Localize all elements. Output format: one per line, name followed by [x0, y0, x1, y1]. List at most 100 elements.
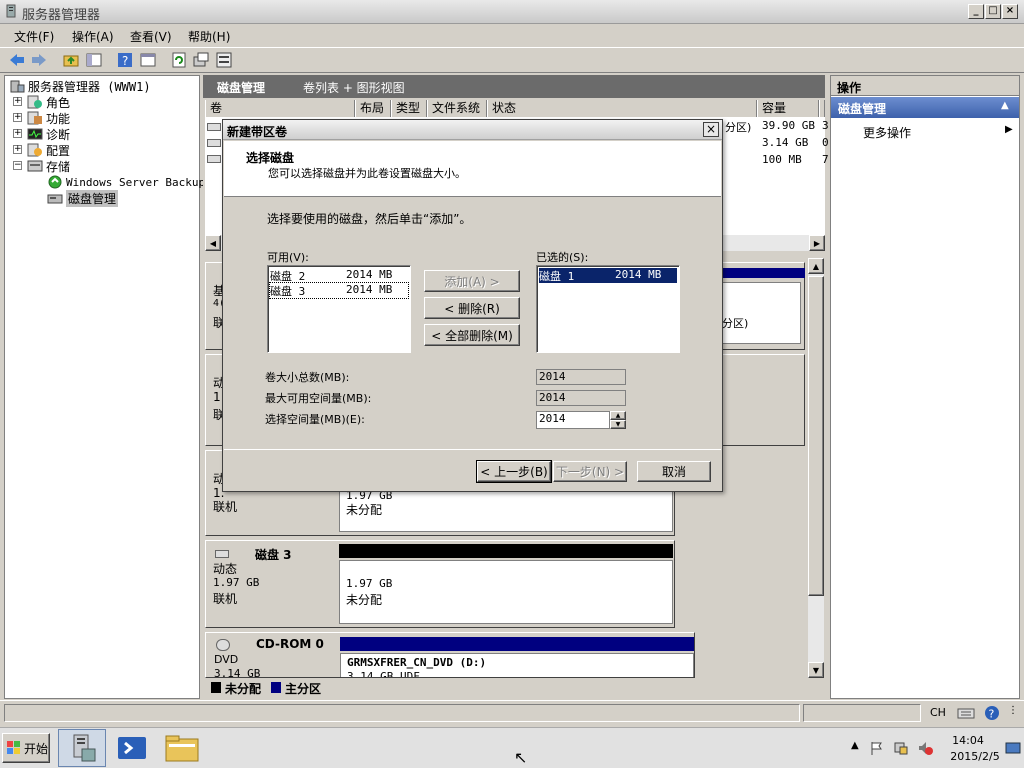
vertical-scrollbar[interactable]: ▲ ▼ — [808, 258, 824, 678]
dialog-title-bar[interactable]: 新建带区卷 × — [223, 120, 722, 140]
up-folder-icon[interactable] — [62, 51, 80, 69]
menu-view[interactable]: 查看(V) — [130, 28, 172, 45]
network-icon[interactable] — [893, 740, 909, 756]
stepper-down-icon[interactable]: ▼ — [610, 420, 626, 429]
menu-file[interactable]: 文件(F) — [14, 28, 54, 45]
volume-capacity: 39.90 GB — [762, 119, 815, 132]
svg-text:?: ? — [989, 708, 995, 721]
scroll-right-arrow-icon[interactable]: ▶ — [809, 235, 825, 251]
scroll-up-arrow-icon[interactable]: ▲ — [808, 258, 824, 274]
column-filesystem[interactable]: 文件系统 — [427, 100, 487, 117]
help-circle-icon[interactable]: ? — [983, 705, 1001, 721]
taskbar: 开始 ↖ ▲ 14:04 2015/2/5 — [0, 727, 1024, 768]
start-button[interactable]: 开始 — [2, 733, 50, 763]
tree-item-features[interactable]: 功能 — [27, 110, 70, 126]
scroll-left-arrow-icon[interactable]: ◀ — [205, 235, 221, 251]
explorer-folder-icon[interactable] — [164, 732, 200, 764]
properties-view-icon[interactable] — [139, 51, 157, 69]
stepper-up-icon[interactable]: ▲ — [610, 411, 626, 420]
restore-button[interactable]: □ — [985, 4, 1001, 19]
powershell-icon[interactable] — [116, 732, 148, 764]
action-center-flag-icon[interactable] — [869, 740, 885, 756]
scroll-down-arrow-icon[interactable]: ▼ — [808, 662, 824, 678]
column-volume[interactable]: 卷 — [205, 100, 355, 117]
disk-3-type: 动态 — [213, 562, 238, 576]
remove-all-button[interactable]: < 全部删除(M) — [424, 324, 520, 346]
taskbar-server-manager[interactable] — [58, 729, 106, 767]
next-button[interactable]: 下一步(N) > — [553, 461, 627, 482]
cancel-button[interactable]: 取消 — [637, 461, 711, 482]
expand-features-toggle[interactable]: + — [13, 113, 22, 122]
actions-section-disk-management[interactable]: 磁盘管理 ▲ — [831, 97, 1019, 118]
more-actions-item[interactable]: 更多操作 ▶ — [831, 122, 1019, 140]
collapse-storage-toggle[interactable]: − — [13, 161, 22, 170]
remove-button[interactable]: < 删除(R) — [424, 297, 520, 319]
selected-label: 已选的(S): — [536, 251, 589, 264]
keyboard-icon[interactable] — [957, 705, 975, 721]
list-item[interactable]: 磁盘 2 2014 MB — [270, 268, 408, 283]
back-button[interactable]: < 上一步(B) — [476, 460, 552, 483]
partition-block[interactable]: 分区) — [721, 282, 801, 344]
expand-roles-toggle[interactable]: + — [13, 97, 22, 106]
show-hidden-icons-icon[interactable]: ▲ — [851, 740, 859, 751]
disk-3-unallocated-block[interactable]: 1.97 GB 未分配 — [339, 560, 673, 624]
list-item[interactable]: 磁盘 3 2014 MB — [269, 282, 409, 299]
tree-item-disk-management[interactable]: 磁盘管理 — [47, 189, 119, 207]
column-layout[interactable]: 布局 — [355, 100, 391, 117]
pane-subtitle: 卷列表 + 图形视图 — [303, 81, 405, 95]
rescan-disks-icon[interactable] — [192, 51, 210, 69]
expand-configuration-toggle[interactable]: + — [13, 145, 22, 154]
cdrom-row[interactable]: CD-ROM 0 DVD 3.14 GB GRMSXFRER_CN_DVD (D… — [205, 632, 695, 678]
window-title-bar[interactable]: 服务器管理器 _ □ × — [0, 0, 1024, 24]
refresh-icon[interactable] — [170, 51, 188, 69]
tree-item-storage[interactable]: 存储 — [27, 158, 70, 174]
menu-help[interactable]: 帮助(H) — [188, 28, 230, 45]
select-size-stepper[interactable]: ▲ ▼ — [610, 411, 626, 429]
pane-header: 磁盘管理 卷列表 + 图形视图 — [203, 75, 825, 98]
disk-list-icon[interactable] — [215, 51, 233, 69]
menu-bar: 文件(F) 操作(A) 查看(V) 帮助(H) — [0, 25, 1024, 47]
max-size-label: 最大可用空间量(MB): — [265, 392, 372, 405]
add-button[interactable]: 添加(A) > — [424, 270, 520, 292]
tree-root[interactable]: 服务器管理器 (WWW1) — [9, 78, 151, 94]
tree-item-diagnostics[interactable]: 诊断 — [27, 126, 70, 142]
volume-muted-icon[interactable] — [917, 740, 933, 756]
legend-swatch-unallocated — [211, 682, 221, 693]
clock-date[interactable]: 2015/2/5 — [943, 750, 1007, 763]
forward-arrow-icon[interactable] — [30, 51, 48, 69]
menu-action[interactable]: 操作(A) — [72, 28, 114, 45]
available-disks-list[interactable]: 磁盘 2 2014 MB 磁盘 3 2014 MB — [267, 265, 411, 353]
list-item[interactable]: 磁盘 1 2014 MB — [539, 268, 677, 283]
expand-diagnostics-toggle[interactable]: + — [13, 129, 22, 138]
help-icon[interactable]: ? — [116, 51, 134, 69]
list-item-name: 磁盘 3 — [270, 285, 306, 298]
options-icon[interactable]: ⋮ — [1008, 705, 1018, 716]
collapse-up-icon[interactable]: ▲ — [1001, 100, 1009, 111]
column-more[interactable] — [819, 100, 825, 117]
minimize-button[interactable]: _ — [968, 4, 984, 19]
select-size-input[interactable]: 2014 — [536, 411, 610, 429]
tree-item-label: 配置 — [46, 143, 71, 158]
show-desktop-icon[interactable] — [1005, 740, 1021, 756]
tree-item-configuration[interactable]: 配置 — [27, 142, 70, 158]
column-type[interactable]: 类型 — [391, 100, 427, 117]
volume-free: 7 — [822, 153, 829, 166]
dialog-close-button[interactable]: × — [703, 122, 719, 137]
status-bar: CH ? ⋮ — [0, 700, 1024, 726]
show-tree-icon[interactable] — [85, 51, 103, 69]
server-manager-app-icon — [73, 734, 96, 762]
clock-time[interactable]: 14:04 — [943, 734, 993, 747]
back-arrow-icon[interactable] — [8, 51, 26, 69]
column-capacity[interactable]: 容量 — [757, 100, 819, 117]
disk-management-icon — [47, 191, 63, 205]
column-status[interactable]: 状态 — [487, 100, 757, 117]
scroll-thumb[interactable] — [808, 276, 824, 596]
list-item-name: 磁盘 1 — [539, 270, 575, 283]
cdrom-partition-block[interactable]: GRMSXFRER_CN_DVD (D:) 3.14 GB UDF — [340, 653, 694, 677]
language-indicator[interactable]: CH — [930, 706, 946, 719]
selected-disks-list[interactable]: 磁盘 1 2014 MB — [536, 265, 680, 353]
tree-item-windows-server-backup[interactable]: Windows Server Backup — [47, 174, 205, 190]
close-button[interactable]: × — [1002, 4, 1018, 19]
submenu-arrow-icon: ▶ — [1005, 124, 1013, 135]
tree-item-roles[interactable]: 角色 — [27, 94, 70, 110]
